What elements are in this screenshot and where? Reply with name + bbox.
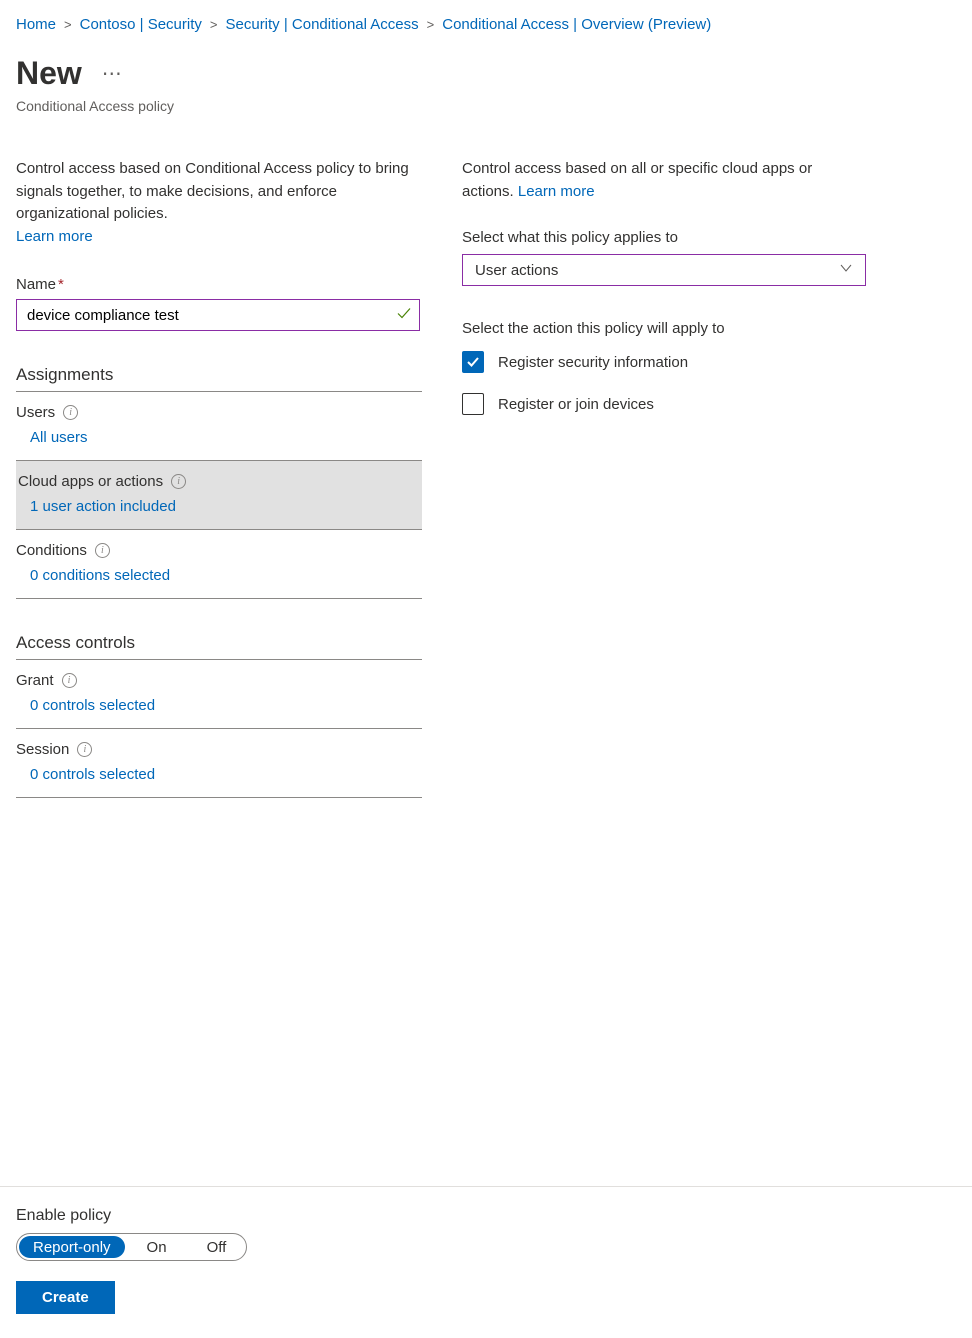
checkbox-register-join-devices[interactable]: Register or join devices <box>462 393 868 415</box>
conditions-label: Conditions <box>16 542 87 559</box>
breadcrumb-contoso-security[interactable]: Contoso | Security <box>80 16 202 33</box>
breadcrumb: Home > Contoso | Security > Security | C… <box>16 16 956 33</box>
assignments-header: Assignments <box>16 365 422 392</box>
create-button[interactable]: Create <box>16 1281 115 1314</box>
page-subtitle: Conditional Access policy <box>16 98 956 114</box>
enable-policy-label: Enable policy <box>16 1207 956 1225</box>
learn-more-link-right[interactable]: Learn more <box>518 183 595 200</box>
users-label: Users <box>16 404 55 421</box>
checkbox-icon[interactable] <box>462 393 484 415</box>
breadcrumb-ca-overview[interactable]: Conditional Access | Overview (Preview) <box>442 16 711 33</box>
session-value[interactable]: 0 controls selected <box>16 760 422 797</box>
checkbox-icon[interactable] <box>462 351 484 373</box>
info-icon[interactable]: i <box>77 742 92 757</box>
cloud-apps-value[interactable]: 1 user action included <box>16 492 422 529</box>
toggle-on[interactable]: On <box>127 1234 187 1260</box>
config-row-users[interactable]: Users i All users <box>16 392 422 461</box>
config-row-grant[interactable]: Grant i 0 controls selected <box>16 660 422 729</box>
chevron-right-icon: > <box>427 17 435 32</box>
checkbox-register-security-info[interactable]: Register security information <box>462 351 868 373</box>
session-label: Session <box>16 741 69 758</box>
page-title: New <box>16 55 82 92</box>
required-star-icon: * <box>58 276 64 293</box>
applies-to-value: User actions <box>475 262 558 279</box>
users-value[interactable]: All users <box>16 423 422 460</box>
applies-to-label: Select what this policy applies to <box>462 229 868 246</box>
checkmark-icon <box>396 306 412 325</box>
more-icon[interactable]: ⋯ <box>98 61 127 86</box>
enable-policy-toggle[interactable]: Report-only On Off <box>16 1233 247 1261</box>
action-label: Select the action this policy will apply… <box>462 320 868 337</box>
breadcrumb-security-ca[interactable]: Security | Conditional Access <box>226 16 419 33</box>
info-icon[interactable]: i <box>95 543 110 558</box>
name-input[interactable] <box>16 299 420 331</box>
intro-text: Control access based on Conditional Acce… <box>16 158 422 248</box>
checkbox-label: Register or join devices <box>498 396 654 413</box>
right-intro: Control access based on all or specific … <box>462 158 868 203</box>
applies-to-dropdown[interactable]: User actions <box>462 254 866 286</box>
info-icon[interactable]: i <box>63 405 78 420</box>
config-row-cloud-apps[interactable]: Cloud apps or actions i 1 user action in… <box>16 461 422 530</box>
chevron-down-icon <box>839 261 853 279</box>
info-icon[interactable]: i <box>62 673 77 688</box>
access-controls-header: Access controls <box>16 633 422 660</box>
grant-label: Grant <box>16 672 54 689</box>
checkbox-label: Register security information <box>498 354 688 371</box>
conditions-value[interactable]: 0 conditions selected <box>16 561 422 598</box>
config-row-session[interactable]: Session i 0 controls selected <box>16 729 422 798</box>
chevron-right-icon: > <box>64 17 72 32</box>
learn-more-link[interactable]: Learn more <box>16 228 93 245</box>
grant-value[interactable]: 0 controls selected <box>16 691 422 728</box>
chevron-right-icon: > <box>210 17 218 32</box>
cloud-apps-label: Cloud apps or actions <box>18 473 163 490</box>
toggle-report-only[interactable]: Report-only <box>19 1236 125 1258</box>
breadcrumb-home[interactable]: Home <box>16 16 56 33</box>
toggle-off[interactable]: Off <box>187 1234 247 1260</box>
name-label: Name* <box>16 276 422 293</box>
config-row-conditions[interactable]: Conditions i 0 conditions selected <box>16 530 422 599</box>
footer: Enable policy Report-only On Off Create <box>0 1186 972 1338</box>
info-icon[interactable]: i <box>171 474 186 489</box>
